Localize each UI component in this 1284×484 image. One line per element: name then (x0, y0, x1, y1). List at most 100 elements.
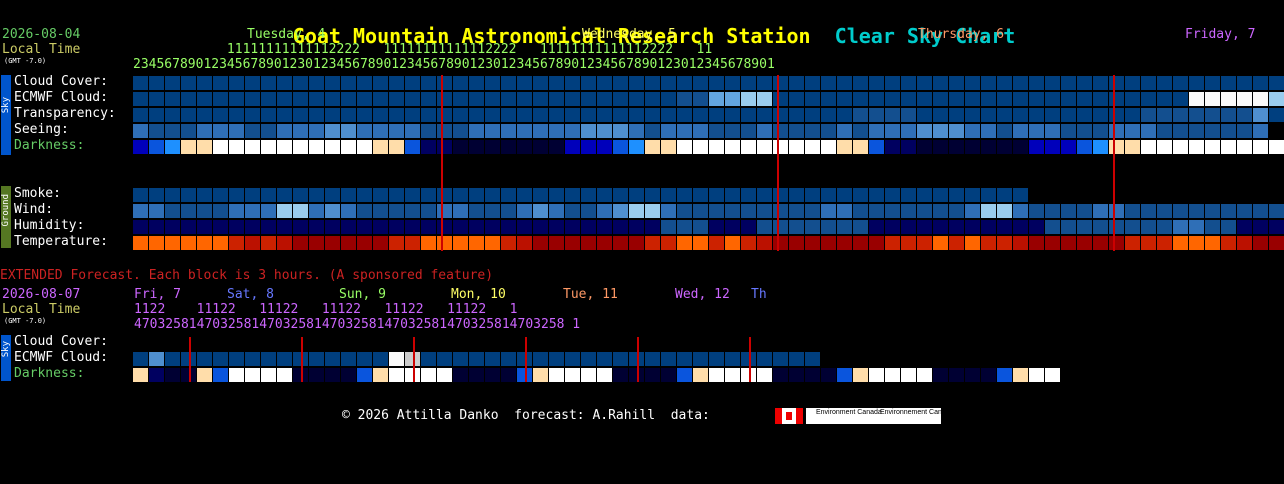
forecast-block[interactable] (853, 368, 868, 382)
forecast-block[interactable] (325, 188, 340, 202)
forecast-block[interactable] (917, 140, 932, 154)
forecast-block[interactable] (1125, 108, 1140, 122)
forecast-block[interactable] (453, 204, 468, 218)
forecast-block[interactable] (133, 124, 148, 138)
forecast-block[interactable] (357, 124, 372, 138)
forecast-block[interactable] (901, 124, 916, 138)
forecast-block[interactable] (341, 188, 356, 202)
forecast-block[interactable] (853, 204, 868, 218)
forecast-block[interactable] (917, 236, 932, 250)
forecast-block[interactable] (1157, 92, 1172, 106)
forecast-block[interactable] (661, 140, 676, 154)
forecast-block[interactable] (245, 92, 260, 106)
forecast-block[interactable] (261, 352, 276, 366)
forecast-block[interactable] (261, 368, 276, 382)
forecast-block[interactable] (421, 188, 436, 202)
forecast-block[interactable] (869, 124, 884, 138)
forecast-block[interactable] (645, 124, 660, 138)
forecast-block[interactable] (1125, 76, 1140, 90)
forecast-block[interactable] (661, 204, 676, 218)
forecast-block[interactable] (517, 124, 532, 138)
forecast-block[interactable] (565, 92, 580, 106)
forecast-block[interactable] (693, 140, 708, 154)
forecast-block[interactable] (805, 140, 820, 154)
forecast-block[interactable] (181, 76, 196, 90)
forecast-block[interactable] (565, 188, 580, 202)
forecast-block[interactable] (1045, 204, 1060, 218)
forecast-block[interactable] (325, 368, 340, 382)
forecast-block[interactable] (869, 140, 884, 154)
forecast-block[interactable] (501, 188, 516, 202)
forecast-block[interactable] (501, 220, 516, 234)
forecast-block[interactable] (1109, 108, 1124, 122)
forecast-block[interactable] (469, 140, 484, 154)
forecast-block[interactable] (997, 124, 1012, 138)
forecast-block[interactable] (165, 188, 180, 202)
forecast-block[interactable] (1269, 108, 1284, 122)
forecast-block[interactable] (469, 352, 484, 366)
forecast-block[interactable] (405, 92, 420, 106)
forecast-block[interactable] (533, 368, 548, 382)
forecast-block[interactable] (1205, 236, 1220, 250)
forecast-block[interactable] (293, 188, 308, 202)
forecast-block[interactable] (373, 204, 388, 218)
forecast-block[interactable] (869, 108, 884, 122)
forecast-block[interactable] (933, 76, 948, 90)
forecast-block[interactable] (1269, 204, 1284, 218)
forecast-block[interactable] (581, 352, 596, 366)
forecast-block[interactable] (837, 368, 852, 382)
forecast-block[interactable] (405, 204, 420, 218)
forecast-block[interactable] (677, 188, 692, 202)
forecast-block[interactable] (533, 352, 548, 366)
forecast-block[interactable] (1045, 92, 1060, 106)
forecast-block[interactable] (821, 92, 836, 106)
forecast-block[interactable] (613, 204, 628, 218)
forecast-block[interactable] (213, 352, 228, 366)
forecast-block[interactable] (149, 204, 164, 218)
forecast-block[interactable] (1269, 220, 1284, 234)
forecast-block[interactable] (277, 108, 292, 122)
forecast-block[interactable] (1061, 220, 1076, 234)
forecast-block[interactable] (789, 108, 804, 122)
forecast-block[interactable] (741, 140, 756, 154)
forecast-block[interactable] (309, 220, 324, 234)
forecast-block[interactable] (757, 140, 772, 154)
forecast-block[interactable] (277, 124, 292, 138)
forecast-block[interactable] (213, 92, 228, 106)
forecast-block[interactable] (357, 236, 372, 250)
forecast-block[interactable] (869, 76, 884, 90)
forecast-block[interactable] (213, 76, 228, 90)
forecast-block[interactable] (1061, 92, 1076, 106)
forecast-block[interactable] (501, 204, 516, 218)
forecast-block[interactable] (693, 76, 708, 90)
forecast-block[interactable] (293, 76, 308, 90)
forecast-block[interactable] (901, 188, 916, 202)
forecast-block[interactable] (1013, 124, 1028, 138)
forecast-block[interactable] (1093, 76, 1108, 90)
forecast-block[interactable] (869, 188, 884, 202)
forecast-block[interactable] (821, 140, 836, 154)
forecast-block[interactable] (725, 236, 740, 250)
forecast-block[interactable] (1077, 236, 1092, 250)
forecast-block[interactable] (245, 368, 260, 382)
forecast-block[interactable] (309, 76, 324, 90)
forecast-block[interactable] (517, 204, 532, 218)
forecast-block[interactable] (1205, 92, 1220, 106)
forecast-block[interactable] (501, 108, 516, 122)
forecast-block[interactable] (725, 204, 740, 218)
forecast-block[interactable] (693, 220, 708, 234)
forecast-block[interactable] (869, 236, 884, 250)
forecast-block[interactable] (805, 352, 820, 366)
forecast-block[interactable] (709, 220, 724, 234)
forecast-block[interactable] (597, 352, 612, 366)
forecast-block[interactable] (1221, 76, 1236, 90)
forecast-block[interactable] (293, 236, 308, 250)
forecast-block[interactable] (1029, 140, 1044, 154)
forecast-block[interactable] (773, 220, 788, 234)
forecast-block[interactable] (933, 108, 948, 122)
forecast-block[interactable] (1109, 140, 1124, 154)
forecast-block[interactable] (821, 76, 836, 90)
forecast-block[interactable] (357, 188, 372, 202)
forecast-block[interactable] (677, 108, 692, 122)
forecast-block[interactable] (565, 236, 580, 250)
